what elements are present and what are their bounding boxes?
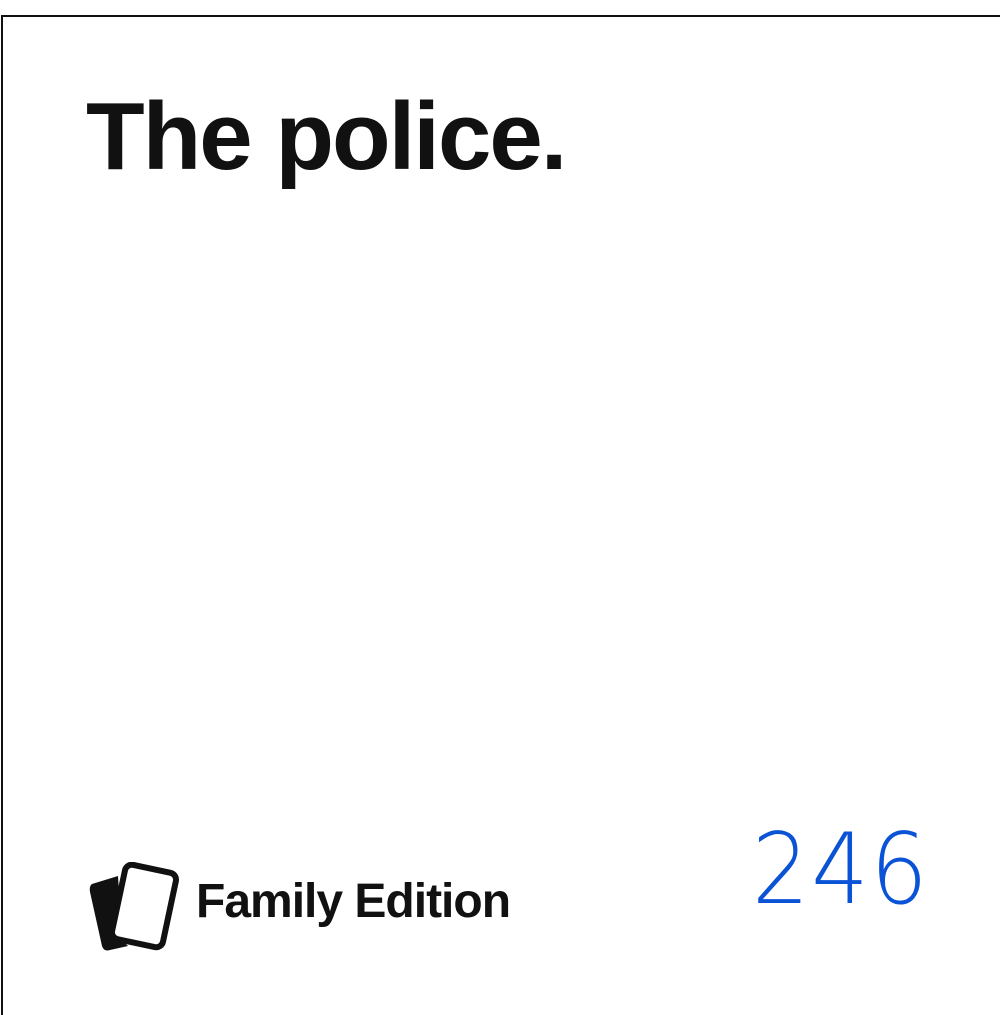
brand-label: Family Edition bbox=[196, 875, 511, 928]
card-title: The police. bbox=[86, 83, 567, 190]
card-number: 246 bbox=[752, 813, 930, 927]
cards-icon bbox=[89, 862, 180, 951]
